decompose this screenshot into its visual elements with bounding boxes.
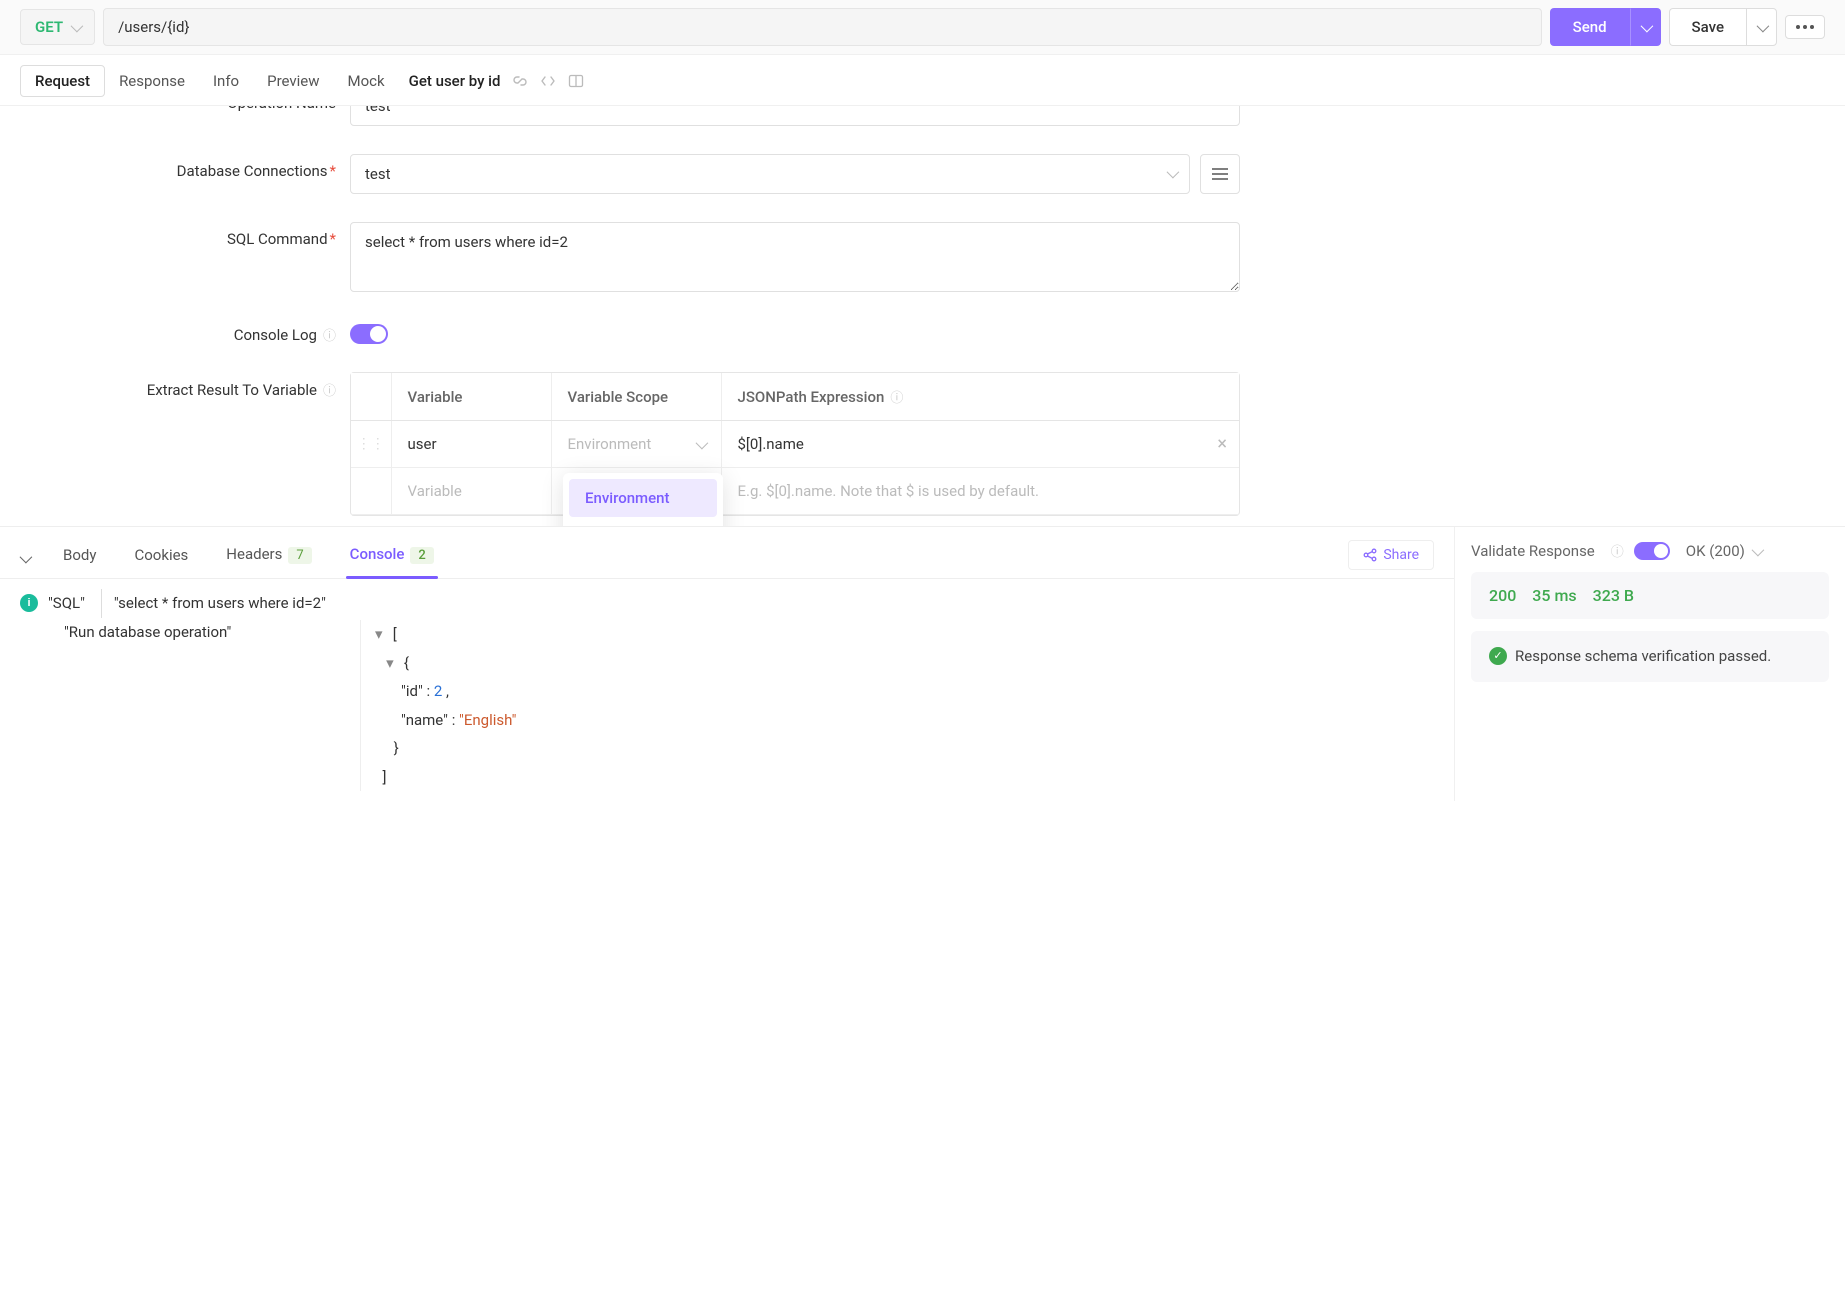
- col-jsonpath: JSONPath Expressionⓘ: [721, 373, 1239, 421]
- chevron-down-icon: [1167, 166, 1176, 182]
- table-row: ⋮⋮ Environment ×: [351, 421, 1239, 468]
- http-method-value: GET: [35, 18, 63, 36]
- required-star: *: [330, 230, 336, 248]
- extract-result-label: Extract Result To Variable: [147, 381, 317, 399]
- validate-response-label: Validate Response: [1471, 542, 1595, 560]
- tab-preview[interactable]: Preview: [253, 66, 333, 96]
- help-icon[interactable]: ⓘ: [1611, 541, 1624, 560]
- console-log-toggle[interactable]: [350, 324, 388, 344]
- validate-response-toggle[interactable]: [1634, 542, 1670, 560]
- chevron-down-icon: [1641, 18, 1650, 36]
- tab-info[interactable]: Info: [199, 66, 253, 96]
- dual-pane-icon[interactable]: [568, 73, 584, 89]
- jsonpath-input-empty[interactable]: [722, 468, 1240, 514]
- tab-response[interactable]: Response: [105, 66, 199, 96]
- operation-name-input[interactable]: [350, 106, 1240, 126]
- status-size: 323 B: [1593, 586, 1634, 605]
- help-icon[interactable]: ⓘ: [890, 391, 903, 406]
- chevron-down-icon: [1752, 542, 1761, 560]
- send-button[interactable]: Send: [1550, 8, 1630, 46]
- json-caret[interactable]: ▾: [386, 649, 400, 678]
- info-icon: i: [20, 594, 38, 612]
- console-badge: 2: [410, 547, 433, 564]
- console-json: ▾ [ ▾ { "id" : 2 , "name" : "English" } …: [360, 620, 1434, 791]
- response-status-box: 200 35 ms 323 B: [1471, 572, 1829, 619]
- tab-request[interactable]: Request: [20, 65, 105, 97]
- headers-badge: 7: [288, 547, 311, 564]
- tab-cookies[interactable]: Cookies: [130, 540, 192, 578]
- table-row-empty: [351, 468, 1239, 515]
- share-button[interactable]: Share: [1348, 540, 1434, 570]
- share-icon: [1363, 548, 1377, 562]
- check-icon: ✓: [1489, 647, 1507, 665]
- jsonpath-input[interactable]: [722, 421, 1240, 467]
- chevron-down-icon: [696, 435, 705, 453]
- operation-title: Get user by id: [409, 72, 501, 90]
- chevron-down-icon: [71, 18, 80, 36]
- db-connections-settings-button[interactable]: [1200, 154, 1240, 194]
- scope-option-global[interactable]: Global: [569, 517, 717, 526]
- scope-select[interactable]: Environment: [552, 421, 721, 467]
- tab-mock[interactable]: Mock: [334, 66, 399, 96]
- code-icon[interactable]: [540, 73, 556, 89]
- url-input[interactable]: [103, 8, 1542, 46]
- tab-headers[interactable]: Headers7: [222, 539, 315, 578]
- tab-console[interactable]: Console2: [346, 539, 438, 578]
- validate-status-select[interactable]: OK (200): [1686, 542, 1762, 560]
- console-sql-query: "select * from users where id=2": [101, 589, 326, 618]
- extract-table: Variable Variable Scope JSONPath Express…: [350, 372, 1240, 516]
- ellipsis-icon: [1796, 25, 1814, 29]
- status-time: 35 ms: [1532, 586, 1576, 605]
- sql-command-label: SQL Command: [227, 230, 328, 248]
- menu-icon: [1212, 168, 1228, 180]
- delete-row-button[interactable]: ×: [1217, 434, 1227, 455]
- help-icon[interactable]: ⓘ: [323, 384, 336, 399]
- console-output: i "SQL" "select * from users where id=2"…: [0, 579, 1454, 801]
- save-button[interactable]: Save: [1669, 8, 1746, 46]
- console-sql-tag: "SQL": [48, 589, 85, 618]
- schema-message: Response schema verification passed.: [1515, 645, 1771, 668]
- table-header-row: Variable Variable Scope JSONPath Express…: [351, 373, 1239, 421]
- json-caret[interactable]: ▾: [375, 620, 389, 649]
- chevron-down-icon: [1757, 18, 1766, 36]
- http-method-select[interactable]: GET: [20, 9, 95, 45]
- db-connections-label: Database Connections: [177, 162, 328, 180]
- col-scope: Variable Scope: [551, 373, 721, 421]
- variable-input-empty[interactable]: [392, 468, 551, 514]
- col-variable: Variable: [391, 373, 551, 421]
- schema-verification-box: ✓ Response schema verification passed.: [1471, 631, 1829, 682]
- scope-option-environment[interactable]: Environment: [569, 479, 717, 517]
- help-icon[interactable]: ⓘ: [323, 329, 336, 344]
- link-icon[interactable]: [512, 73, 528, 89]
- status-code: 200: [1489, 586, 1516, 605]
- db-connections-select[interactable]: [350, 154, 1190, 194]
- collapse-panel-button[interactable]: [20, 551, 29, 567]
- variable-input[interactable]: [392, 421, 551, 467]
- scope-value: Environment: [568, 435, 652, 453]
- drag-handle[interactable]: ⋮⋮: [351, 421, 391, 468]
- scope-dropdown: Environment Global Local: [563, 473, 723, 526]
- save-dropdown-button[interactable]: [1746, 8, 1777, 46]
- send-dropdown-button[interactable]: [1630, 8, 1661, 46]
- sql-command-input[interactable]: select * from users where id=2: [350, 222, 1240, 292]
- more-button[interactable]: [1785, 15, 1825, 39]
- operation-name-label: Operation Name: [227, 106, 336, 112]
- required-star: *: [330, 162, 336, 180]
- console-log-label: Console Log: [234, 326, 317, 344]
- tab-body[interactable]: Body: [59, 540, 100, 578]
